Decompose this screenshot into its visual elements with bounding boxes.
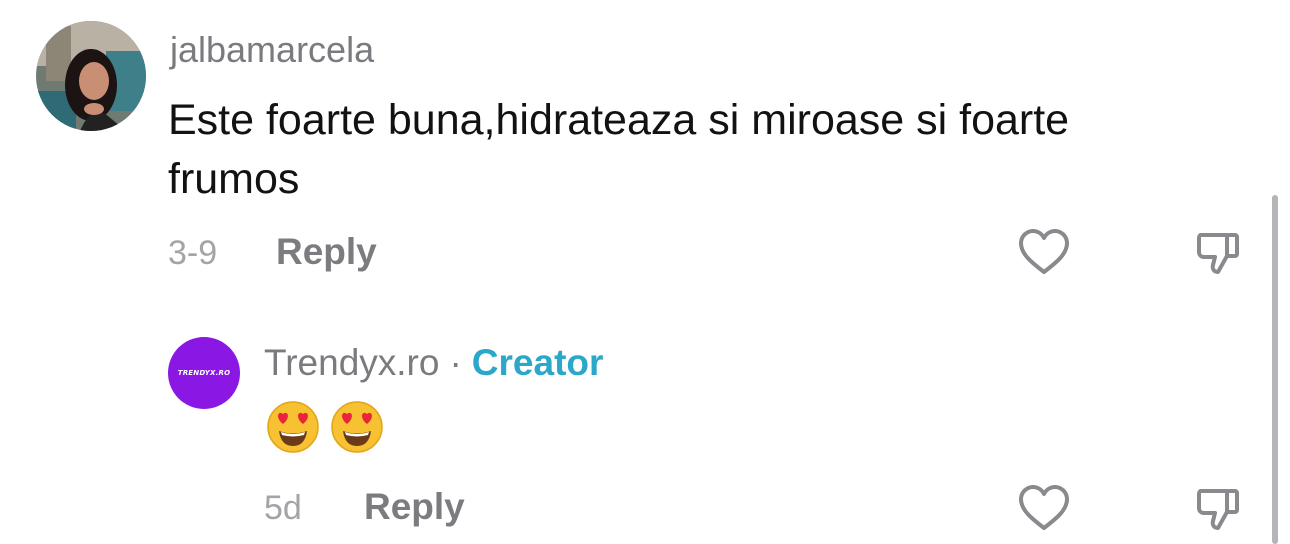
- separator-dot: ·: [449, 342, 462, 383]
- heart-eyes-emoji-icon: [267, 401, 319, 453]
- comment-username[interactable]: jalbamarcela: [170, 30, 374, 70]
- creator-avatar[interactable]: TRENDYX.RO: [168, 337, 240, 409]
- heart-outline-icon[interactable]: [1017, 484, 1071, 534]
- reply-date: 5d: [264, 489, 302, 527]
- comment-text: Este foarte buna,hidrateaza si miroase s…: [168, 96, 1070, 203]
- reply-button[interactable]: Reply: [276, 231, 377, 273]
- comments-panel: jalbamarcela Este foarte buna,hidrateaza…: [0, 0, 1290, 544]
- creator-logo-text: TRENDYX.RO: [177, 369, 231, 377]
- thumbs-down-outline-icon[interactable]: [1192, 228, 1246, 278]
- avatar[interactable]: [36, 21, 146, 131]
- heart-outline-icon[interactable]: [1017, 228, 1071, 278]
- comment-date: 3-9: [168, 234, 218, 272]
- heart-eyes-emoji-icon: [331, 401, 383, 453]
- reply-button[interactable]: Reply: [364, 486, 465, 528]
- creator-badge: Creator: [471, 342, 604, 383]
- thumbs-down-outline-icon[interactable]: [1192, 484, 1246, 534]
- reply-text: [266, 400, 384, 460]
- reply-author-line: Trendyx.ro · Creator: [264, 342, 603, 384]
- user-photo-avatar-icon: [36, 21, 146, 131]
- reply-username[interactable]: Trendyx.ro: [264, 342, 439, 383]
- scrollbar[interactable]: [1272, 195, 1278, 544]
